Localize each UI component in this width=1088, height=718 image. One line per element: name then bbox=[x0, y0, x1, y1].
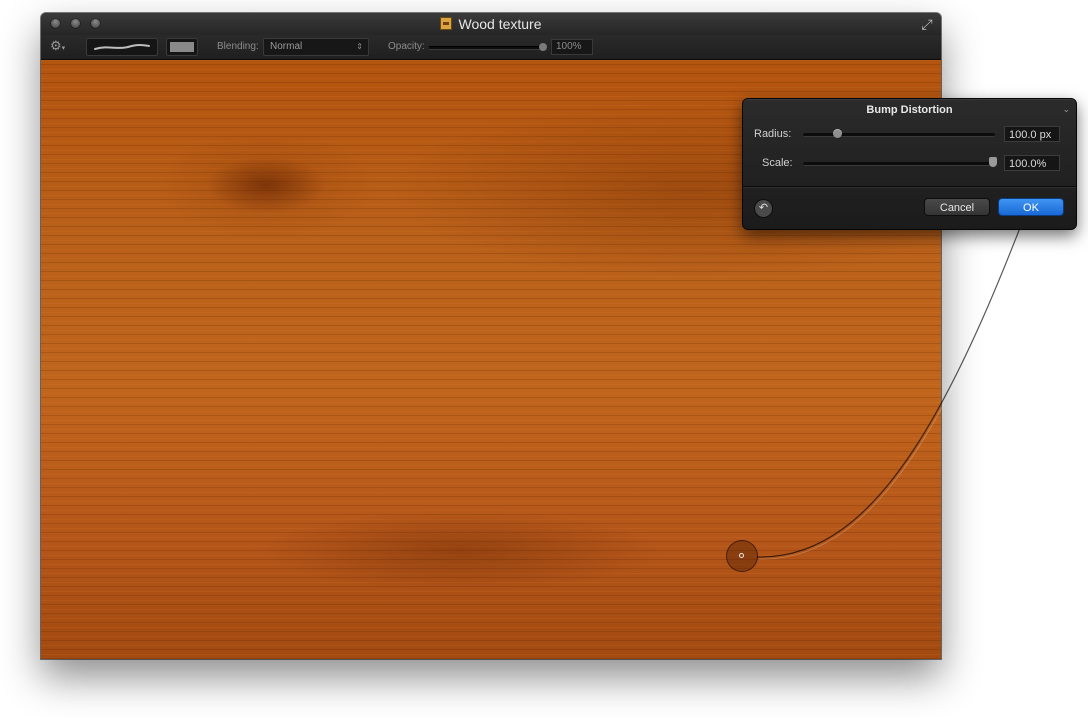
scale-slider[interactable] bbox=[803, 157, 997, 167]
fullscreen-icon[interactable]: ⤢ bbox=[919, 16, 935, 32]
bump-distortion-panel: Bump Distortion ⌄ Radius: 100.0 px Scale… bbox=[742, 98, 1077, 230]
color-well[interactable] bbox=[166, 38, 198, 56]
radius-slider-knob[interactable] bbox=[833, 129, 842, 138]
opacity-field[interactable]: 100% bbox=[551, 39, 593, 55]
opacity-slider[interactable] bbox=[429, 43, 547, 51]
window-title-wrap: Wood texture bbox=[41, 16, 941, 32]
chevron-down-icon[interactable]: ⌄ bbox=[1062, 104, 1070, 115]
distortion-center-handle[interactable] bbox=[726, 540, 758, 572]
scale-label: Scale: bbox=[762, 157, 793, 169]
brush-stroke-icon bbox=[94, 44, 150, 50]
blending-value: Normal bbox=[270, 41, 303, 52]
gear-icon[interactable]: ⚙▾ bbox=[50, 39, 68, 53]
radius-field[interactable]: 100.0 px bbox=[1004, 126, 1060, 142]
select-arrows-icon: ⇕ bbox=[356, 42, 363, 51]
opacity-label: Opacity: bbox=[388, 41, 425, 52]
color-swatch bbox=[170, 42, 194, 52]
radius-slider[interactable] bbox=[803, 129, 995, 138]
image-document-icon bbox=[440, 17, 453, 30]
title-bar: Wood texture ⤢ bbox=[41, 13, 941, 36]
scale-field[interactable]: 100.0% bbox=[1004, 155, 1060, 171]
blending-select[interactable]: Normal ⇕ bbox=[263, 38, 369, 56]
opacity-slider-knob[interactable] bbox=[539, 43, 547, 51]
reset-icon[interactable]: ↶ bbox=[754, 199, 773, 218]
radius-label: Radius: bbox=[754, 128, 792, 140]
window-title: Wood texture bbox=[458, 16, 542, 32]
ok-button[interactable]: OK bbox=[998, 198, 1064, 216]
toolbar: ⚙▾ Blending: Normal ⇕ Opacity: 100% bbox=[41, 35, 941, 60]
blending-label: Blending: bbox=[217, 41, 259, 52]
cancel-button[interactable]: Cancel bbox=[924, 198, 990, 216]
center-point-icon bbox=[739, 553, 744, 558]
scale-slider-knob[interactable] bbox=[989, 157, 997, 167]
brush-preset-well[interactable] bbox=[86, 38, 158, 56]
panel-title: Bump Distortion bbox=[866, 104, 953, 116]
panel-divider bbox=[743, 186, 1076, 188]
